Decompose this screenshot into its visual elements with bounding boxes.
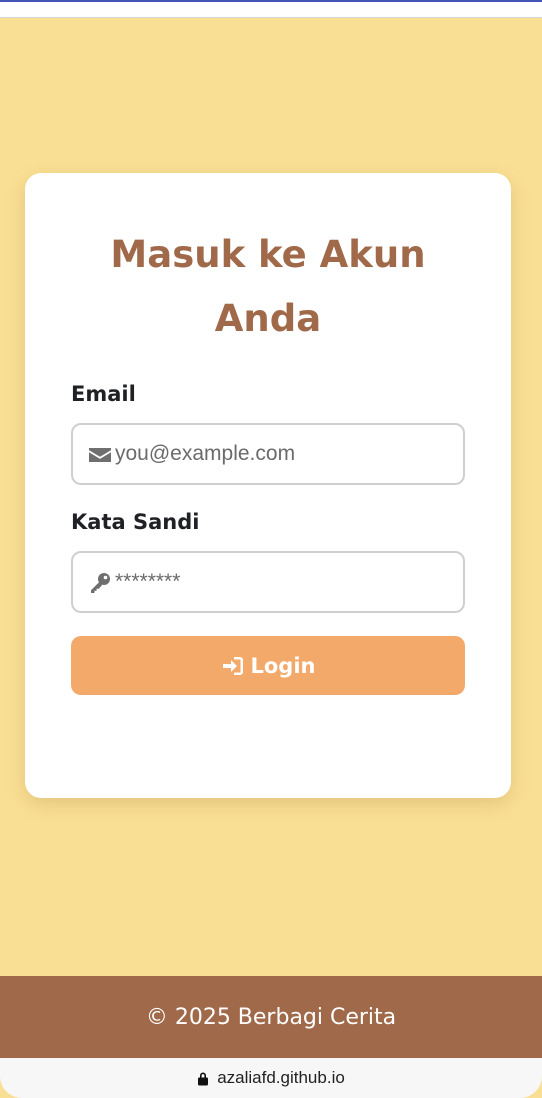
email-field[interactable]: [115, 433, 455, 475]
sign-in-icon: [222, 656, 243, 675]
page-title: Masuk ke Akun Anda: [110, 233, 426, 340]
browser-url: azaliafd.github.io: [217, 1068, 345, 1087]
login-card: Masuk ke Akun Anda Email Kata Sandi Log: [25, 173, 511, 798]
lock-icon: [198, 1072, 209, 1085]
password-field-wrapper[interactable]: [71, 551, 465, 613]
browser-top-bar: [0, 0, 542, 18]
browser-url-bar[interactable]: azaliafd.github.io: [0, 1058, 542, 1098]
footer-copyright: © 2025 Berbagi Cerita: [145, 1004, 397, 1030]
login-page: Masuk ke Akun Anda Email Kata Sandi Log: [0, 18, 542, 976]
password-field[interactable]: [115, 561, 455, 603]
login-button[interactable]: Login: [71, 636, 465, 695]
envelope-icon: [89, 448, 111, 462]
email-label: Email: [71, 382, 136, 406]
key-icon: [91, 573, 110, 593]
password-label: Kata Sandi: [71, 510, 200, 534]
email-field-wrapper[interactable]: [71, 423, 465, 485]
login-button-label: Login: [250, 653, 316, 678]
page-footer: © 2025 Berbagi Cerita: [0, 976, 542, 1058]
